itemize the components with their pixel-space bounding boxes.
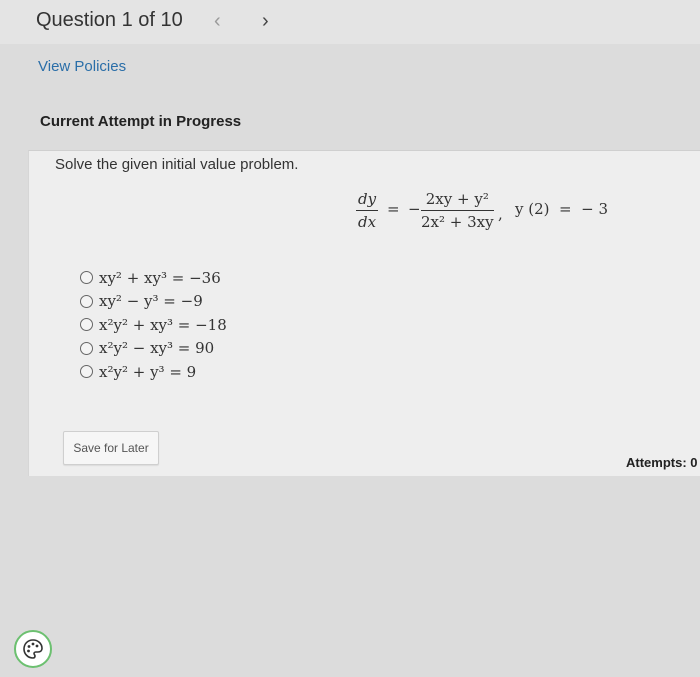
attempts-count: 0 [690, 455, 698, 470]
minus-sign: − [408, 200, 421, 218]
attempts-counter: Attempts: 0 [626, 455, 698, 470]
fraction-numerator: dy [358, 190, 377, 208]
attempt-status-heading: Current Attempt in Progress [40, 113, 242, 130]
choice-label: xy² + xy³ = −36 [99, 268, 221, 287]
save-for-later-button[interactable]: Save for Later [63, 431, 159, 465]
answer-choice[interactable]: xy² + xy³ = −36 [80, 266, 227, 290]
initial-condition: y (2) = − 3 [515, 200, 609, 218]
fraction-numerator: 2xy + y² [425, 190, 489, 208]
fraction-denominator: 2x² + 3xy [421, 213, 494, 231]
attempts-label: Attempts: [626, 455, 687, 470]
answer-choice[interactable]: x²y² − xy³ = 90 [80, 337, 227, 361]
equals-sign: = [387, 200, 400, 218]
previous-question-button[interactable]: ‹ [214, 10, 221, 33]
radio-button[interactable] [80, 271, 93, 285]
answer-choice[interactable]: x²y² + y³ = 9 [80, 360, 227, 384]
answer-choices: xy² + xy³ = −36 xy² − y³ = −9 x²y² + xy³… [80, 266, 227, 384]
choice-label: x²y² + y³ = 9 [99, 362, 197, 381]
radio-button[interactable] [80, 365, 93, 379]
choice-label: x²y² − xy³ = 90 [99, 339, 215, 358]
problem-prompt: Solve the given initial value problem. [55, 156, 299, 173]
answer-choice[interactable]: xy² − y³ = −9 [80, 290, 227, 314]
comma: , [498, 205, 503, 223]
answer-choice[interactable]: x²y² + xy³ = −18 [80, 313, 227, 337]
view-policies-link[interactable]: View Policies [38, 58, 126, 75]
rhs-fraction: 2xy + y² 2x² + 3xy [421, 190, 494, 231]
derivative-fraction: dy dx [356, 190, 379, 231]
fraction-denominator: dx [358, 213, 377, 231]
choice-label: xy² − y³ = −9 [99, 292, 203, 311]
radio-button[interactable] [80, 318, 93, 332]
choice-label: x²y² + xy³ = −18 [99, 315, 227, 334]
next-question-button[interactable]: › [262, 10, 269, 33]
radio-button[interactable] [80, 341, 93, 355]
palette-icon [23, 639, 43, 659]
question-counter: Question 1 of 10 [36, 9, 183, 31]
help-button[interactable] [14, 630, 52, 668]
radio-button[interactable] [80, 294, 93, 308]
